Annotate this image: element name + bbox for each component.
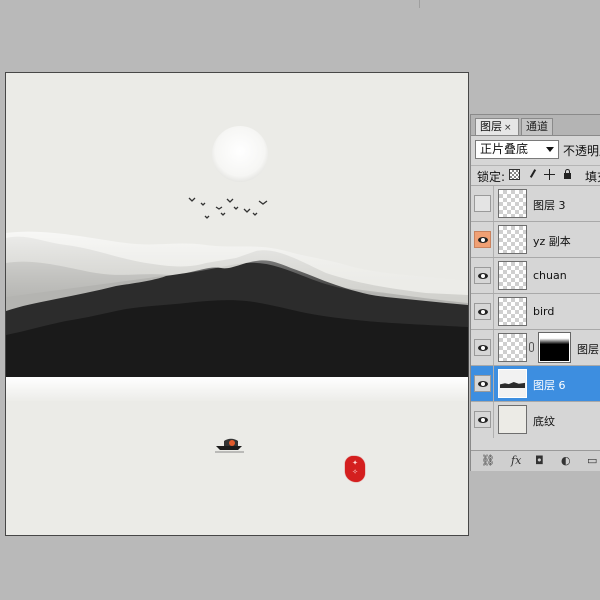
- lock-all-icon[interactable]: [562, 169, 573, 180]
- layer-row[interactable]: chuan: [471, 257, 600, 294]
- divider: [493, 186, 494, 222]
- panel-footer: ⛓ fx ◘ ◐ ▭: [471, 450, 600, 471]
- layers-list: 图层 3 yz 副本 chuan bird 图层 图层 6 底纹: [471, 185, 600, 438]
- blend-mode-row: 正片叠底 不透明度: [471, 139, 600, 161]
- layer-name: yz 副本: [533, 235, 571, 248]
- divider: [493, 402, 494, 438]
- layer-mask-thumbnail[interactable]: [538, 332, 571, 363]
- moon: [212, 126, 268, 182]
- lock-transparency-icon[interactable]: [509, 169, 520, 180]
- link-icon[interactable]: ⛓: [481, 454, 495, 467]
- layer-name: 图层 6: [533, 379, 566, 392]
- lock-row: 锁定: 填充: [471, 165, 600, 184]
- ink-landscape-artwork: [6, 73, 468, 535]
- layer-thumbnail: [498, 261, 527, 290]
- blend-mode-select[interactable]: 正片叠底: [475, 140, 559, 159]
- red-seal-stamp: ✦ ✧: [345, 456, 365, 482]
- lock-label: 锁定:: [477, 170, 506, 184]
- layer-thumbnail: [498, 405, 527, 434]
- document-canvas[interactable]: ✦ ✧: [5, 72, 469, 536]
- folder-icon[interactable]: ▭: [587, 454, 597, 467]
- layer-row[interactable]: 图层: [471, 329, 600, 366]
- layer-name: 底纹: [533, 415, 555, 428]
- visibility-toggle[interactable]: [474, 195, 491, 212]
- seal-engraving: ✦ ✧: [352, 459, 358, 476]
- visibility-toggle[interactable]: [474, 339, 491, 356]
- lock-icons: [509, 169, 576, 182]
- eye-icon: [478, 381, 488, 387]
- tab-channels-label: 通道: [526, 120, 548, 133]
- layer-row[interactable]: 图层 3: [471, 185, 600, 222]
- panel-tabbar: 图层 × 通道: [471, 115, 600, 136]
- layer-name: chuan: [533, 269, 567, 282]
- divider: [493, 222, 494, 258]
- visibility-toggle[interactable]: [474, 231, 491, 248]
- eye-icon: [478, 345, 488, 351]
- layer-thumbnail: [498, 225, 527, 254]
- adjustment-icon[interactable]: ◐: [561, 454, 571, 467]
- tab-channels[interactable]: 通道: [521, 118, 553, 135]
- layer-thumbnail: [498, 333, 527, 362]
- lock-pixels-icon[interactable]: [527, 169, 538, 180]
- visibility-toggle[interactable]: [474, 267, 491, 284]
- eye-icon: [478, 309, 488, 315]
- divider: [493, 366, 494, 402]
- layer-name: bird: [533, 305, 555, 318]
- lock-position-icon[interactable]: [544, 169, 555, 180]
- layer-thumbnail: [498, 189, 527, 218]
- layer-row[interactable]: 底纹: [471, 401, 600, 438]
- blend-mode-value: 正片叠底: [480, 142, 529, 156]
- visibility-toggle[interactable]: [474, 411, 491, 428]
- layer-thumbnail: [498, 297, 527, 326]
- layer-name: 图层: [577, 343, 599, 356]
- eye-icon: [478, 273, 488, 279]
- eye-icon: [478, 237, 488, 243]
- fill-label: 填充: [585, 170, 600, 184]
- tab-layers[interactable]: 图层 ×: [475, 118, 519, 135]
- divider: [493, 294, 494, 330]
- eye-icon: [478, 417, 488, 423]
- fx-icon[interactable]: fx: [511, 454, 521, 467]
- mask-icon[interactable]: ◘: [535, 454, 544, 467]
- mask-link-icon[interactable]: [529, 342, 534, 352]
- divider: [493, 258, 494, 294]
- workspace-top-edge: [0, 0, 600, 8]
- opacity-label: 不透明度: [563, 144, 600, 158]
- visibility-toggle[interactable]: [474, 375, 491, 392]
- tab-layers-label: 图层: [480, 120, 502, 133]
- layers-panel: 图层× 通道 正片叠底 不透明度 锁定: 填充 图层 3: [470, 114, 600, 471]
- visibility-toggle[interactable]: [474, 303, 491, 320]
- layer-row[interactable]: bird: [471, 293, 600, 330]
- divider: [493, 330, 494, 366]
- layer-name: 图层 3: [533, 199, 566, 212]
- layer-thumbnail: [498, 369, 527, 398]
- layer-row[interactable]: yz 副本: [471, 221, 600, 258]
- tab-close-icon[interactable]: ×: [504, 123, 512, 133]
- chevron-down-icon: [546, 147, 554, 152]
- ruler-tick: [419, 0, 420, 8]
- layer-row-selected[interactable]: 图层 6: [471, 365, 600, 402]
